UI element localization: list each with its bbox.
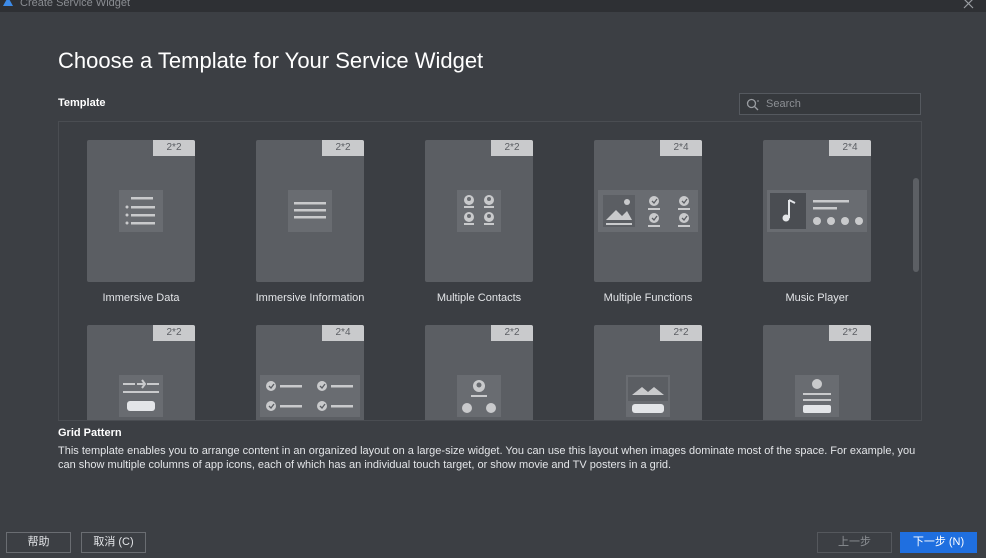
size-badge: 2*2 xyxy=(491,325,533,341)
app-icon xyxy=(3,0,13,6)
template-name: Immersive Information xyxy=(255,292,365,304)
list-icon xyxy=(119,190,163,232)
size-badge: 2*2 xyxy=(829,325,871,341)
template-name: Multiple Contacts xyxy=(436,292,522,304)
template-section-label: Template xyxy=(58,97,106,109)
template-card-immersive-information[interactable]: 2*2 Immersive Information xyxy=(228,122,398,304)
template-gallery: 2*2 Immersive Data 2*2 Immersive Informa… xyxy=(58,121,922,421)
template-thumbnail: 2*2 xyxy=(594,325,702,420)
template-name: Immersive Data xyxy=(102,292,180,304)
template-card-checklist[interactable]: 2*4 xyxy=(228,307,398,420)
size-badge: 2*2 xyxy=(322,140,364,156)
template-thumbnail: 2*2 xyxy=(256,140,364,282)
size-badge: 2*2 xyxy=(660,325,702,341)
title-bar: Create Service Widget xyxy=(0,0,986,12)
next-button[interactable]: 下一步 (N) xyxy=(900,532,977,553)
template-card-immersive-data[interactable]: 2*2 Immersive Data xyxy=(59,122,229,304)
template-thumbnail: 2*2 xyxy=(763,325,871,420)
template-thumbnail: 2*4 xyxy=(763,140,871,282)
music-note-icon xyxy=(767,190,867,232)
gallery-scrollbar[interactable] xyxy=(913,178,919,272)
size-badge: 2*4 xyxy=(660,140,702,156)
help-button[interactable]: 帮助 xyxy=(6,532,71,553)
close-icon[interactable] xyxy=(963,0,974,9)
template-card-multiple-functions[interactable]: 2*4 Multiple Functions xyxy=(566,122,736,304)
template-thumbnail: 2*2 xyxy=(425,140,533,282)
cancel-button[interactable]: 取消 (C) xyxy=(81,532,146,553)
template-thumbnail: 2*2 xyxy=(87,140,195,282)
window-title: Create Service Widget xyxy=(20,0,131,9)
search-icon xyxy=(746,98,759,111)
template-card-image-text[interactable]: 2*2 xyxy=(735,307,905,420)
functions-icon xyxy=(598,190,698,232)
template-thumbnail: 2*2 xyxy=(425,325,533,420)
template-thumbnail: 2*2 xyxy=(87,325,195,420)
template-name: Multiple Functions xyxy=(603,292,693,304)
template-description-text: This template enables you to arrange con… xyxy=(58,445,916,471)
template-thumbnail: 2*4 xyxy=(594,140,702,282)
size-badge: 2*2 xyxy=(491,140,533,156)
template-card-multiple-contacts[interactable]: 2*2 Multiple Contacts xyxy=(397,122,567,304)
template-card-image[interactable]: 2*2 xyxy=(566,307,736,420)
text-lines-icon xyxy=(288,190,332,232)
size-badge: 2*4 xyxy=(829,140,871,156)
template-card-flight[interactable]: 2*2 xyxy=(59,307,229,420)
template-card-music-player[interactable]: 2*4 Music Player xyxy=(735,122,905,304)
contacts-grid-icon xyxy=(457,190,501,232)
template-description-title: Grid Pattern xyxy=(58,427,122,439)
template-card-contact-call[interactable]: 2*2 xyxy=(397,307,567,420)
size-badge: 2*4 xyxy=(322,325,364,341)
size-badge: 2*2 xyxy=(153,325,195,341)
template-name: Music Player xyxy=(785,292,849,304)
page-title: Choose a Template for Your Service Widge… xyxy=(58,48,484,73)
previous-button[interactable]: 上一步 xyxy=(817,532,892,553)
template-thumbnail: 2*4 xyxy=(256,325,364,420)
search-box[interactable] xyxy=(739,93,921,115)
search-input[interactable] xyxy=(766,96,916,112)
size-badge: 2*2 xyxy=(153,140,195,156)
